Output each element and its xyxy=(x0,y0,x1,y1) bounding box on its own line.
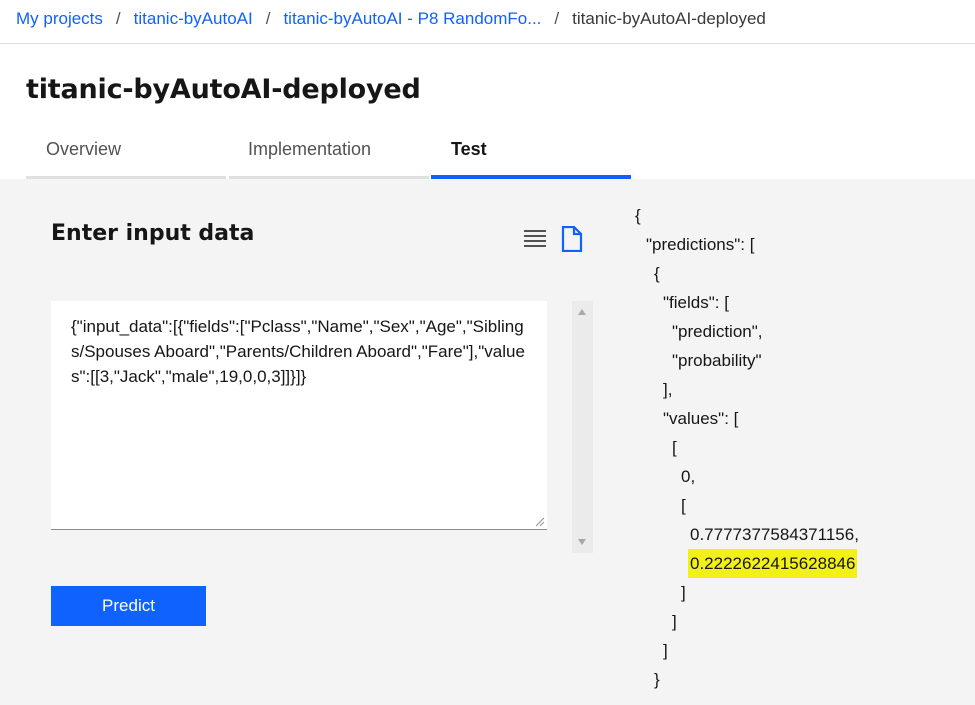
json-line: 0.7777377584371156, xyxy=(690,525,859,544)
breadcrumb-separator: / xyxy=(265,8,271,28)
tab-implementation[interactable]: Implementation xyxy=(229,122,429,179)
highlighted-probability: 0.2222622415628846 xyxy=(688,549,858,578)
json-line: [ xyxy=(672,438,677,457)
breadcrumb: My projects / titanic-byAutoAI / titanic… xyxy=(16,0,766,37)
json-line: "predictions": [ xyxy=(646,235,755,254)
json-line: ] xyxy=(663,641,668,660)
input-data-value: {"input_data":[{"fields":["Pclass","Name… xyxy=(71,317,525,386)
input-panel-title: Enter input data xyxy=(51,221,255,246)
json-line: ] xyxy=(672,612,677,631)
scroll-down-arrow-icon[interactable] xyxy=(578,539,586,545)
predict-button[interactable]: Predict xyxy=(51,586,206,626)
input-panel: Enter input data {"input_data":[{"fields… xyxy=(0,179,606,705)
json-line: [ xyxy=(681,496,686,515)
json-line: ] xyxy=(681,583,686,602)
header-divider xyxy=(0,43,975,44)
tab-label: Implementation xyxy=(248,139,372,159)
file-icon[interactable] xyxy=(561,226,583,252)
scroll-up-arrow-icon[interactable] xyxy=(578,309,586,315)
json-line: { xyxy=(654,264,660,283)
output-panel: { "predictions": [ { "fields": [ "predic… xyxy=(606,179,975,705)
tab-bar: Overview Implementation Test xyxy=(26,122,631,179)
json-line: "fields": [ xyxy=(663,293,729,312)
breadcrumb-separator: / xyxy=(115,8,121,28)
breadcrumb-link-my-projects[interactable]: My projects xyxy=(16,9,103,29)
json-line: "values": [ xyxy=(663,409,739,428)
input-data-textarea[interactable]: {"input_data":[{"fields":["Pclass","Name… xyxy=(51,301,547,530)
tab-label: Test xyxy=(451,139,487,159)
json-line: { xyxy=(635,206,641,225)
json-line: ], xyxy=(663,380,673,399)
tab-overview[interactable]: Overview xyxy=(26,122,226,179)
tab-label: Overview xyxy=(46,139,122,159)
list-view-icon[interactable] xyxy=(524,228,546,250)
resize-grip-icon[interactable] xyxy=(535,517,545,527)
json-line: "prediction", xyxy=(672,322,763,341)
breadcrumb-link-model[interactable]: titanic-byAutoAI - P8 RandomFo... xyxy=(283,9,541,29)
json-line: 0, xyxy=(681,467,696,486)
breadcrumb-current: titanic-byAutoAI-deployed xyxy=(572,8,766,28)
page-title: titanic-byAutoAI-deployed xyxy=(26,74,421,105)
breadcrumb-link-project[interactable]: titanic-byAutoAI xyxy=(134,9,253,29)
breadcrumb-separator: / xyxy=(554,8,560,28)
input-scrollbar[interactable] xyxy=(572,301,593,553)
json-line: } xyxy=(654,670,660,689)
json-line: "probability" xyxy=(672,351,762,370)
tab-test[interactable]: Test xyxy=(431,122,631,179)
